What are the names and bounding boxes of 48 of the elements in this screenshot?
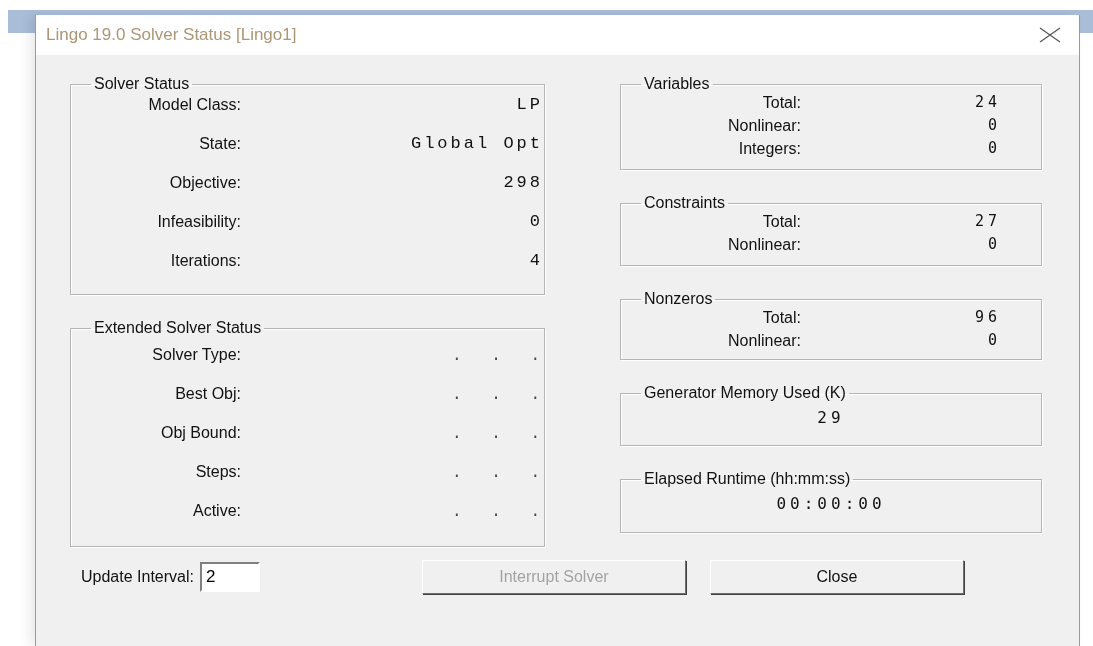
- field-label: Obj Bound:: [160, 423, 241, 443]
- field-label: Total:: [762, 308, 801, 328]
- field-value: . . .: [452, 502, 540, 523]
- group-title: Elapsed Runtime (hh:mm:ss): [643, 470, 852, 488]
- close-icon[interactable]: [1039, 27, 1061, 43]
- group-title: Nonzeros: [643, 290, 714, 308]
- window-title: Lingo 19.0 Solver Status [Lingo1]: [46, 25, 297, 45]
- group-title: Constraints: [643, 194, 726, 212]
- field-label: Best Obj:: [175, 384, 241, 404]
- field-label: Infeasibility:: [157, 212, 241, 232]
- field-value: . . .: [452, 346, 540, 367]
- field-value: 0: [987, 115, 1001, 136]
- field-value: . . .: [452, 424, 540, 445]
- group-title: Solver Status: [93, 75, 191, 93]
- close-button[interactable]: Close: [709, 560, 964, 594]
- field-value: LP: [516, 94, 543, 116]
- group-title: Variables: [643, 75, 711, 93]
- field-label: Steps:: [195, 462, 241, 482]
- field-value: . . .: [452, 385, 540, 406]
- field-label: Update Interval:: [81, 568, 194, 586]
- field-value: 0: [987, 330, 1001, 351]
- field-value: 00:00:00: [776, 494, 886, 513]
- field-label: Total:: [762, 93, 801, 113]
- group-title: Extended Solver Status: [93, 319, 263, 337]
- field-label: Iterations:: [170, 251, 241, 271]
- field-value: . . .: [452, 463, 540, 484]
- group-title: Generator Memory Used (K): [643, 384, 847, 402]
- field-value: 4: [529, 250, 543, 272]
- field-label: Model Class:: [148, 95, 241, 115]
- field-label: Nonlinear:: [728, 235, 801, 255]
- field-value: 298: [503, 172, 543, 194]
- field-value: 24: [974, 92, 1001, 113]
- field-label: Nonlinear:: [728, 331, 801, 351]
- field-value: 27: [974, 211, 1001, 232]
- field-value: 0: [987, 138, 1001, 159]
- field-value: 0: [529, 211, 543, 233]
- field-label: Objective:: [169, 173, 241, 193]
- field-value: Global Opt: [410, 133, 543, 155]
- interval-input[interactable]: 2: [199, 562, 260, 592]
- field-label: Solver Type:: [152, 345, 241, 365]
- field-value: 0: [987, 234, 1001, 255]
- field-label: State:: [199, 134, 241, 154]
- field-label: Nonlinear:: [728, 116, 801, 136]
- field-label: Integers:: [738, 139, 801, 159]
- field-value: 29: [817, 408, 845, 427]
- field-label: Active:: [193, 501, 241, 521]
- field-value: 96: [974, 307, 1001, 328]
- field-label: Total:: [762, 212, 801, 232]
